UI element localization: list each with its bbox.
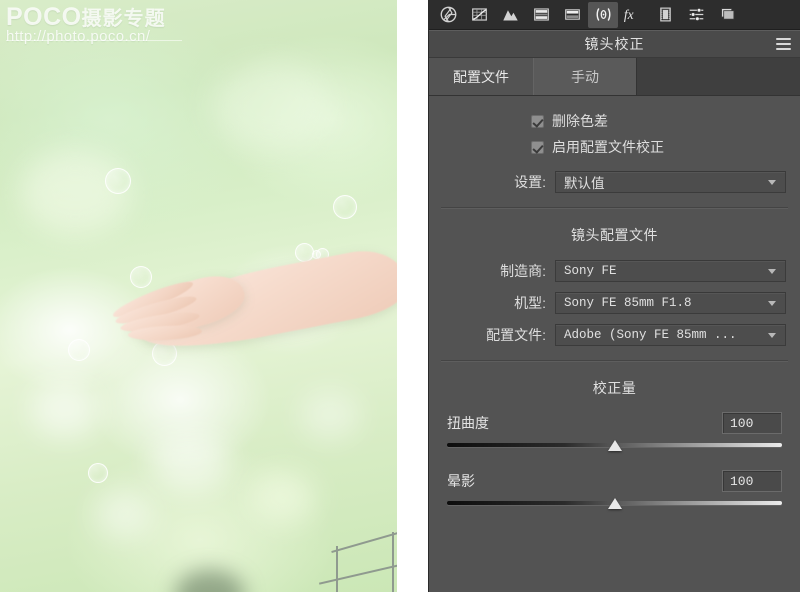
checkbox-group: 删除色差 启用配置文件校正 <box>429 96 800 166</box>
watermark: POCO摄影专题 http://photo.poco.cn/ <box>6 4 184 45</box>
field-row-model: 机型: Sony FE 85mm F1.8 <box>429 287 800 319</box>
detail-icon[interactable] <box>495 2 525 28</box>
foreground-blur <box>175 570 245 592</box>
chevron-down-icon <box>768 333 777 338</box>
soap-bubble <box>88 463 108 483</box>
bokeh-blob <box>300 390 360 440</box>
slider-thumb[interactable] <box>607 498 622 509</box>
bokeh-blob <box>30 380 100 438</box>
vignetting-slider[interactable] <box>447 496 782 512</box>
split-toning-icon[interactable] <box>557 2 587 28</box>
field-row-setup: 设置: 默认值 <box>429 166 800 198</box>
chevron-down-icon <box>768 180 777 185</box>
hamburger-menu-icon[interactable] <box>776 38 791 50</box>
hsl-grayscale-icon[interactable] <box>526 2 556 28</box>
checkbox-remove-chromatic-aberration[interactable] <box>531 114 544 128</box>
tab-manual[interactable]: 手动 <box>533 58 637 95</box>
slider-block-vignetting: 晕影 100 <box>429 456 800 514</box>
distortion-value-input[interactable]: 100 <box>722 412 782 434</box>
distortion-label: 扭曲度 <box>447 415 489 431</box>
presets-sliders-icon[interactable] <box>681 2 711 28</box>
railing-post <box>336 546 338 592</box>
model-select[interactable]: Sony FE 85mm F1.8 <box>555 292 786 314</box>
checkbox-label: 删除色差 <box>552 113 608 129</box>
soap-bubble <box>333 195 357 219</box>
tab-bar: 配置文件 手动 <box>429 58 800 96</box>
setup-select[interactable]: 默认值 <box>555 171 786 193</box>
panel-body: 删除色差 启用配置文件校正 设置: 默认值 镜头配置文件 制造商: Sony F… <box>429 96 800 514</box>
app-root: POCO摄影专题 http://photo.poco.cn/ fx 镜头校正 配… <box>0 0 800 592</box>
lens-correction-icon[interactable] <box>588 1 618 28</box>
bokeh-blob <box>150 430 230 492</box>
profile-select[interactable]: Adobe (Sony FE 85mm ... <box>555 324 786 346</box>
make-value: Sony FE <box>564 264 617 278</box>
section-title-lens-profile: 镜头配置文件 <box>571 227 658 243</box>
photo-image: POCO摄影专题 http://photo.poco.cn/ <box>0 0 397 592</box>
checkbox-row-remove-chromatic-aberration[interactable]: 删除色差 <box>429 108 800 134</box>
railing-bar <box>331 529 397 553</box>
railing-bar <box>318 561 397 585</box>
slider-head: 晕影 100 <box>447 470 782 492</box>
setup-label: 设置: <box>514 174 546 190</box>
photo-pane: POCO摄影专题 http://photo.poco.cn/ <box>0 0 428 592</box>
chevron-down-icon <box>768 269 777 274</box>
watermark-underline <box>6 40 182 41</box>
bokeh-blob <box>210 60 330 150</box>
panel-title-bar: 镜头校正 <box>429 30 800 58</box>
soap-bubble <box>68 339 90 361</box>
snapshots-icon[interactable] <box>712 2 742 28</box>
make-select[interactable]: Sony FE <box>555 260 786 282</box>
tab-profile[interactable]: 配置文件 <box>429 58 533 95</box>
section-title-correction-amount: 校正量 <box>592 380 637 396</box>
divider <box>441 360 788 361</box>
checkbox-label: 启用配置文件校正 <box>552 139 664 155</box>
vignetting-label: 晕影 <box>447 473 475 489</box>
slider-block-distortion: 扭曲度 100 <box>429 408 800 456</box>
model-value: Sony FE 85mm F1.8 <box>564 296 692 310</box>
distortion-slider[interactable] <box>447 438 782 454</box>
tab-filler <box>637 58 800 95</box>
make-label: 制造商: <box>500 263 546 279</box>
basic-aperture-icon[interactable] <box>433 2 463 28</box>
field-row-profile: 配置文件: Adobe (Sony FE 85mm ... <box>429 319 800 351</box>
tone-curve-icon[interactable] <box>464 2 494 28</box>
chevron-down-icon <box>768 301 777 306</box>
effects-fx-icon[interactable]: fx <box>619 2 649 28</box>
watermark-title-line: POCO摄影专题 <box>6 4 184 30</box>
watermark-subtitle: 摄影专题 <box>81 8 166 30</box>
slider-thumb[interactable] <box>607 440 622 451</box>
checkbox-enable-profile-corrections[interactable] <box>531 140 544 154</box>
profile-value: Adobe (Sony FE 85mm ... <box>564 328 737 342</box>
field-row-make: 制造商: Sony FE <box>429 255 800 287</box>
divider <box>441 207 788 208</box>
slider-head: 扭曲度 100 <box>447 412 782 434</box>
vignetting-value-input[interactable]: 100 <box>722 470 782 492</box>
model-label: 机型: <box>514 295 546 311</box>
setup-value: 默认值 <box>564 176 605 191</box>
watermark-url: http://photo.poco.cn/ <box>6 28 151 46</box>
module-icon-bar: fx <box>429 0 800 30</box>
lens-correction-panel: fx 镜头校正 配置文件 手动 删除色差 启用配置文件校正 设置: 默认值 镜头… <box>428 0 800 592</box>
soap-bubble <box>105 168 131 194</box>
camera-calibration-icon[interactable] <box>650 2 680 28</box>
checkbox-row-enable-profile-corrections[interactable]: 启用配置文件校正 <box>429 134 800 160</box>
svg-text:fx: fx <box>624 7 634 22</box>
bokeh-blob <box>250 470 316 524</box>
soap-bubble <box>130 266 152 288</box>
page-title: 镜头校正 <box>584 35 645 52</box>
profile-label: 配置文件: <box>486 327 546 343</box>
bokeh-blob <box>95 490 153 538</box>
railing-post <box>392 532 394 592</box>
watermark-brand: POCO <box>6 3 82 31</box>
